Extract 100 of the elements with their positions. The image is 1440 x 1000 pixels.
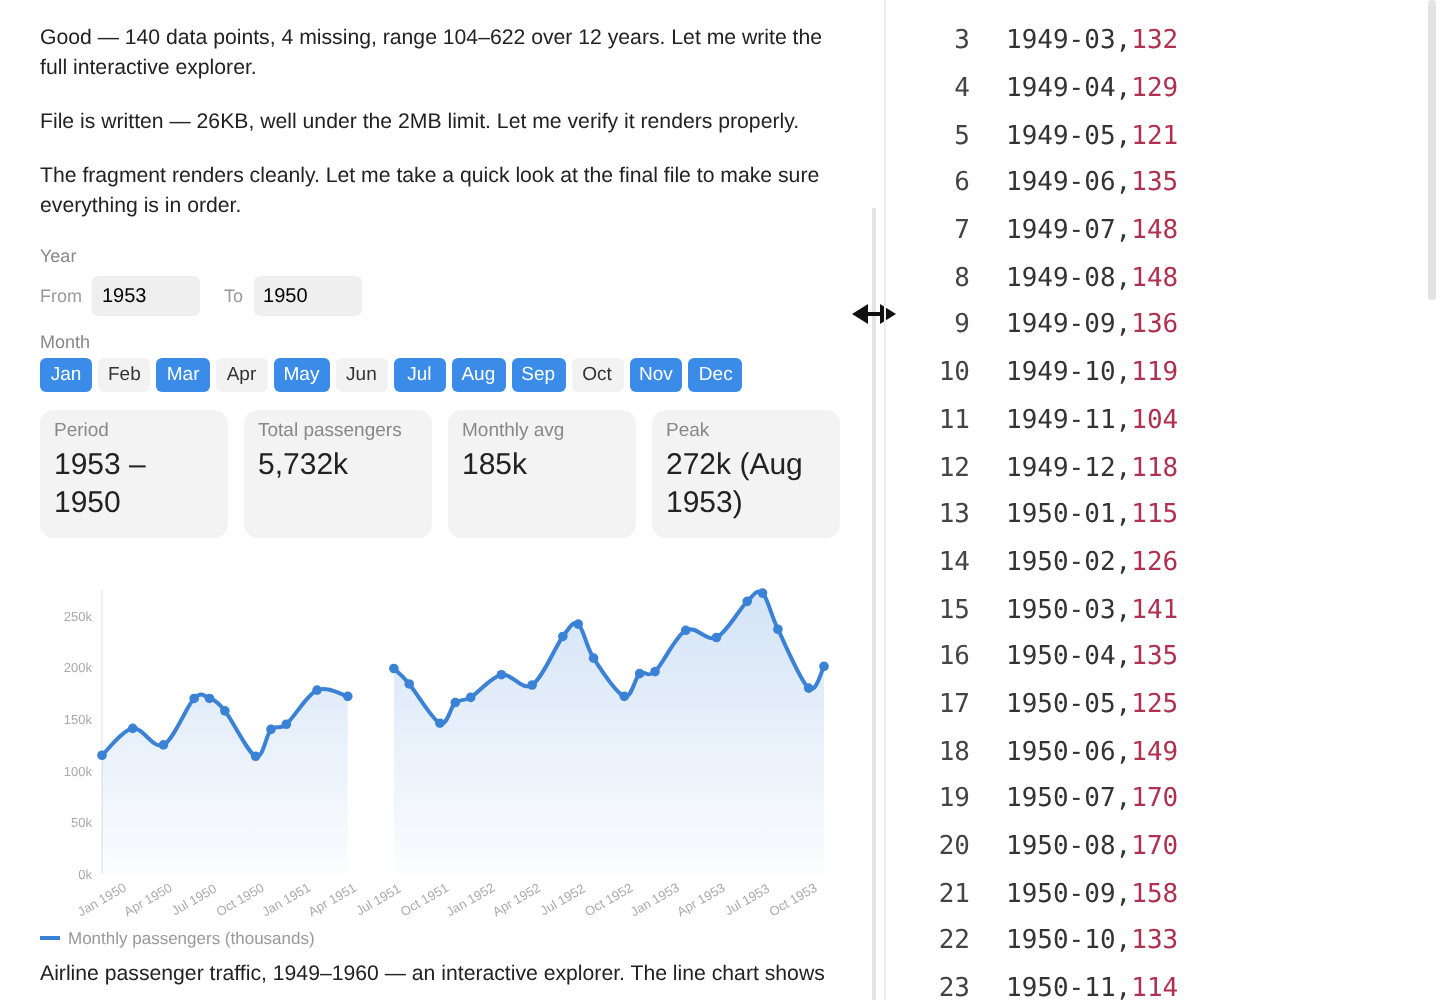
line-number: 21 [936, 879, 970, 910]
data-point [558, 631, 568, 642]
line-number: 3 [952, 26, 970, 57]
data-point [496, 669, 507, 680]
legend-label: Monthly passengers (thousands) [68, 928, 315, 948]
code-line: 1949-03,132 [1006, 26, 1179, 57]
month-toggle[interactable]: Mar [156, 358, 210, 392]
code-line: 1950-08,170 [1006, 832, 1179, 863]
stat-label: Period [54, 420, 111, 442]
line-number: 12 [936, 453, 970, 484]
code-line: 1950-03,141 [1006, 595, 1179, 626]
stat-value: 272k (Aug 1953) [666, 446, 805, 522]
line-number: 19 [936, 784, 970, 815]
from-year-field[interactable]: 1953 [92, 276, 200, 316]
line-number: 23 [936, 974, 970, 1000]
message-text: The fragment renders cleanly. Let me take a quick look at the final file to make sure everything is in order. [40, 162, 822, 222]
line-number: 4 [952, 74, 970, 105]
from-label: From [40, 286, 82, 306]
month-toggle[interactable]: Apr [215, 358, 268, 392]
code-line: 1949-06,135 [1006, 168, 1179, 199]
data-point [435, 718, 445, 728]
code-line: 1950-06,149 [1006, 737, 1179, 768]
data-point [204, 693, 215, 704]
line-number: 8 [952, 263, 970, 294]
line-number: 11 [936, 405, 970, 436]
line-number: 13 [936, 500, 970, 531]
month-toggle[interactable]: Jan [40, 358, 92, 392]
code-line: 1949-11,104 [1006, 405, 1179, 436]
line-number: 7 [952, 216, 970, 247]
code-line: 1949-09,136 [1006, 310, 1179, 341]
line-number: 15 [936, 595, 970, 626]
code-line: 1950-05,125 [1006, 689, 1179, 720]
month-toggle[interactable]: Sep [511, 358, 566, 392]
line-number: 22 [936, 926, 970, 957]
data-point [250, 751, 261, 762]
stat-value: 185k [462, 446, 530, 484]
line-number: 9 [952, 310, 970, 341]
data-point [189, 693, 199, 704]
code-line: 1950-11,114 [1006, 974, 1179, 1000]
data-point [220, 706, 230, 716]
month-toggle[interactable]: Dec [688, 358, 743, 392]
line-number: 20 [936, 832, 970, 863]
code-line: 1949-12,118 [1006, 453, 1179, 484]
month-toggle[interactable]: Oct [571, 358, 624, 392]
month-toggle[interactable]: Nov [629, 358, 683, 392]
data-point [404, 679, 415, 689]
line-number: 14 [936, 547, 970, 578]
data-point [773, 624, 783, 635]
code-line: 1950-01,115 [1006, 500, 1179, 531]
stat-value: 1953 – 1950 [54, 446, 148, 522]
data-point [650, 666, 660, 677]
data-point [312, 685, 322, 695]
stat-label: Monthly avg [462, 420, 567, 442]
data-point [450, 697, 461, 708]
data-point [634, 668, 645, 679]
month-toggle[interactable]: Feb [98, 358, 151, 392]
month-label: Month [40, 332, 93, 352]
line-number: 10 [936, 358, 970, 389]
data-point [757, 588, 768, 598]
data-point [389, 663, 399, 674]
description-text: Airline passenger traffic, 1949–1960 — an interactive explorer. The line chart shows [40, 960, 827, 990]
data-point [465, 692, 476, 703]
code-line: 1949-07,148 [1006, 216, 1179, 247]
stat-label: Total passengers [258, 420, 404, 442]
data-point [158, 740, 169, 750]
month-toggle[interactable]: Jun [335, 358, 388, 392]
to-year-field[interactable]: 1950 [253, 276, 362, 316]
month-toggle[interactable]: Jul [393, 358, 446, 392]
data-point [742, 596, 752, 607]
code-line: 1950-07,170 [1006, 784, 1179, 815]
line-number: 16 [936, 642, 970, 673]
code-line: 1950-10,133 [1006, 926, 1179, 957]
data-point [619, 691, 630, 702]
month-toggle[interactable]: May [273, 358, 330, 392]
year-label: Year [40, 246, 79, 266]
code-line: 1949-10,119 [1006, 358, 1179, 389]
message-text: File is written — 26KB, well under the 2MB limit. Let me verify it renders properly. [40, 108, 802, 138]
data-point [343, 691, 353, 702]
data-point [573, 619, 583, 629]
data-point [527, 680, 537, 690]
code-line: 1949-05,121 [1006, 121, 1179, 152]
code-line: 1949-08,148 [1006, 263, 1179, 294]
code-line: 1950-04,135 [1006, 642, 1179, 673]
data-point [803, 683, 814, 693]
data-point [711, 632, 722, 643]
data-point [680, 625, 691, 636]
to-label: To [224, 286, 244, 306]
line-number: 17 [936, 689, 970, 720]
line-number: 5 [952, 121, 970, 152]
data-point [127, 723, 138, 734]
line-number: 6 [952, 168, 970, 199]
data-point [266, 724, 276, 735]
message-text: Good — 140 data points, 4 missing, range 104–622 over 12 years. Let me write the full interactive explorer. [40, 24, 825, 84]
line-number: 18 [936, 737, 970, 768]
data-point [281, 719, 292, 730]
code-line: 1950-02,126 [1006, 547, 1179, 578]
month-toggle[interactable]: Aug [451, 358, 506, 392]
code-line: 1949-04,129 [1006, 74, 1179, 105]
data-point [588, 653, 599, 663]
resize-handle-icon[interactable] [852, 302, 896, 326]
